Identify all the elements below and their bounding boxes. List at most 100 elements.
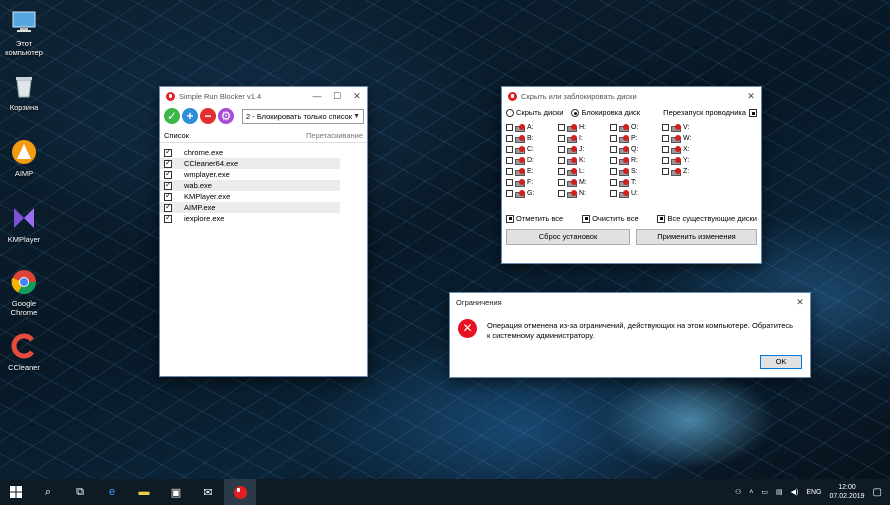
drive-item[interactable]: X:: [662, 144, 714, 155]
restart-explorer-checkbox[interactable]: [749, 109, 757, 118]
list-item-checkbox[interactable]: [164, 213, 172, 223]
drive-item[interactable]: N:: [558, 188, 610, 199]
maximize-button[interactable]: ☐: [327, 91, 347, 102]
drive-item[interactable]: E:: [506, 166, 558, 177]
notifications-icon[interactable]: ▢: [873, 487, 882, 498]
drive-checkbox[interactable]: [506, 190, 513, 198]
clock[interactable]: 12:00 07.02.2019: [830, 483, 865, 501]
drive-checkbox[interactable]: [662, 124, 669, 132]
drive-checkbox[interactable]: [506, 157, 513, 165]
add-plus-icon[interactable]: +: [182, 108, 198, 124]
drive-checkbox[interactable]: [506, 124, 513, 132]
drive-checkbox[interactable]: [506, 179, 513, 187]
drive-item[interactable]: D:: [506, 155, 558, 166]
drive-item[interactable]: Q:: [610, 144, 662, 155]
drive-item[interactable]: F:: [506, 177, 558, 188]
drive-item[interactable]: S:: [610, 166, 662, 177]
drive-item[interactable]: A:: [506, 122, 558, 133]
search-icon[interactable]: ⌕: [32, 479, 64, 505]
drive-item[interactable]: M:: [558, 177, 610, 188]
list-item-checkbox[interactable]: [164, 147, 172, 157]
settings-gear-icon[interactable]: ⚙: [218, 108, 234, 124]
drive-checkbox[interactable]: [506, 135, 513, 143]
list-item[interactable]: wmplayer.exe: [160, 169, 340, 180]
all-existing-checkbox[interactable]: [657, 214, 666, 223]
network-icon[interactable]: ▤: [776, 488, 783, 496]
chevron-up-icon[interactable]: ˄: [749, 489, 753, 496]
drive-checkbox[interactable]: [558, 157, 565, 165]
drive-item[interactable]: J:: [558, 144, 610, 155]
list-item-checkbox[interactable]: [164, 191, 172, 201]
drive-checkbox[interactable]: [610, 190, 617, 198]
list-item[interactable]: iexplore.exe: [160, 213, 340, 224]
drive-checkbox[interactable]: [662, 157, 669, 165]
drive-checkbox[interactable]: [558, 168, 565, 176]
list-item[interactable]: KMPlayer.exe: [160, 191, 340, 202]
list-item-checkbox[interactable]: [164, 202, 172, 212]
check-all-button[interactable]: Отметить все: [506, 214, 563, 223]
drive-checkbox[interactable]: [558, 146, 565, 154]
drive-item[interactable]: W:: [662, 133, 714, 144]
close-button[interactable]: ✕: [347, 91, 367, 102]
remove-minus-icon[interactable]: −: [200, 108, 216, 124]
drive-item[interactable]: U:: [610, 188, 662, 199]
drive-checkbox[interactable]: [662, 146, 669, 154]
drive-checkbox[interactable]: [506, 146, 513, 154]
desktop-icon-this-pc[interactable]: Этот компьютер: [0, 8, 48, 57]
drive-checkbox[interactable]: [662, 168, 669, 176]
drive-item[interactable]: V:: [662, 122, 714, 133]
clear-all-checkbox[interactable]: [582, 214, 591, 223]
list-item-checkbox[interactable]: [164, 180, 172, 190]
list-item[interactable]: chrome.exe: [160, 147, 340, 158]
ok-button[interactable]: OK: [760, 355, 802, 369]
clear-all-button[interactable]: Очистить все: [582, 214, 639, 223]
all-existing-button[interactable]: Все существующие диски: [657, 214, 757, 223]
minimize-button[interactable]: —: [307, 91, 327, 102]
desktop-icon-aimp[interactable]: AIMP: [0, 138, 48, 178]
close-button[interactable]: ✕: [790, 297, 810, 308]
close-button[interactable]: ✕: [741, 91, 761, 102]
drive-item[interactable]: P:: [610, 133, 662, 144]
restart-explorer-toggle[interactable]: Перезапуск проводника: [663, 108, 757, 118]
mode-select[interactable]: 2 - Блокировать только список ▼: [242, 108, 364, 124]
list-item[interactable]: wab.exe: [160, 180, 340, 191]
apply-changes-button[interactable]: Применить изменения: [635, 229, 757, 246]
desktop-icon-ccleaner[interactable]: CCleaner: [0, 332, 48, 372]
list-item-checkbox[interactable]: [164, 158, 172, 168]
srb-titlebar[interactable]: Simple Run Blocker v1.4 — ☐ ✕: [160, 87, 367, 105]
dialog-titlebar[interactable]: Ограничения ✕: [450, 293, 810, 311]
drive-item[interactable]: H:: [558, 122, 610, 133]
drive-item[interactable]: Y:: [662, 155, 714, 166]
drive-checkbox[interactable]: [610, 179, 617, 187]
mail-icon[interactable]: ✉: [192, 479, 224, 505]
hide-titlebar[interactable]: Скрыть или заблокировать диски ✕: [502, 87, 761, 105]
drive-checkbox[interactable]: [662, 135, 669, 143]
drive-checkbox[interactable]: [558, 135, 565, 143]
desktop-icon-chrome[interactable]: Google Chrome: [0, 268, 48, 317]
drive-item[interactable]: T:: [610, 177, 662, 188]
battery-icon[interactable]: ▭: [761, 488, 768, 496]
drive-checkbox[interactable]: [610, 124, 617, 132]
list-item-checkbox[interactable]: [164, 169, 172, 179]
drive-item[interactable]: O:: [610, 122, 662, 133]
desktop-icon-kmplayer[interactable]: KMPlayer: [0, 204, 48, 244]
drive-item[interactable]: G:: [506, 188, 558, 199]
store-icon[interactable]: ▣: [160, 479, 192, 505]
drive-checkbox[interactable]: [610, 157, 617, 165]
radio-block-drives[interactable]: Блокировка диск: [571, 108, 640, 118]
drive-item[interactable]: L:: [558, 166, 610, 177]
start-button[interactable]: [0, 479, 32, 505]
drive-checkbox[interactable]: [610, 135, 617, 143]
file-explorer-icon[interactable]: ▬: [128, 479, 160, 505]
drive-item[interactable]: Z:: [662, 166, 714, 177]
drive-item[interactable]: I:: [558, 133, 610, 144]
check-all-checkbox[interactable]: [506, 214, 514, 223]
task-view-icon[interactable]: ⧉: [64, 479, 96, 505]
people-icon[interactable]: ⚇: [735, 488, 741, 496]
radio-hide-drives[interactable]: Скрыть диски: [506, 108, 563, 118]
drive-item[interactable]: K:: [558, 155, 610, 166]
drive-item[interactable]: B:: [506, 133, 558, 144]
drive-checkbox[interactable]: [610, 168, 617, 176]
drive-item[interactable]: C:: [506, 144, 558, 155]
language-indicator[interactable]: ENG: [806, 489, 821, 496]
